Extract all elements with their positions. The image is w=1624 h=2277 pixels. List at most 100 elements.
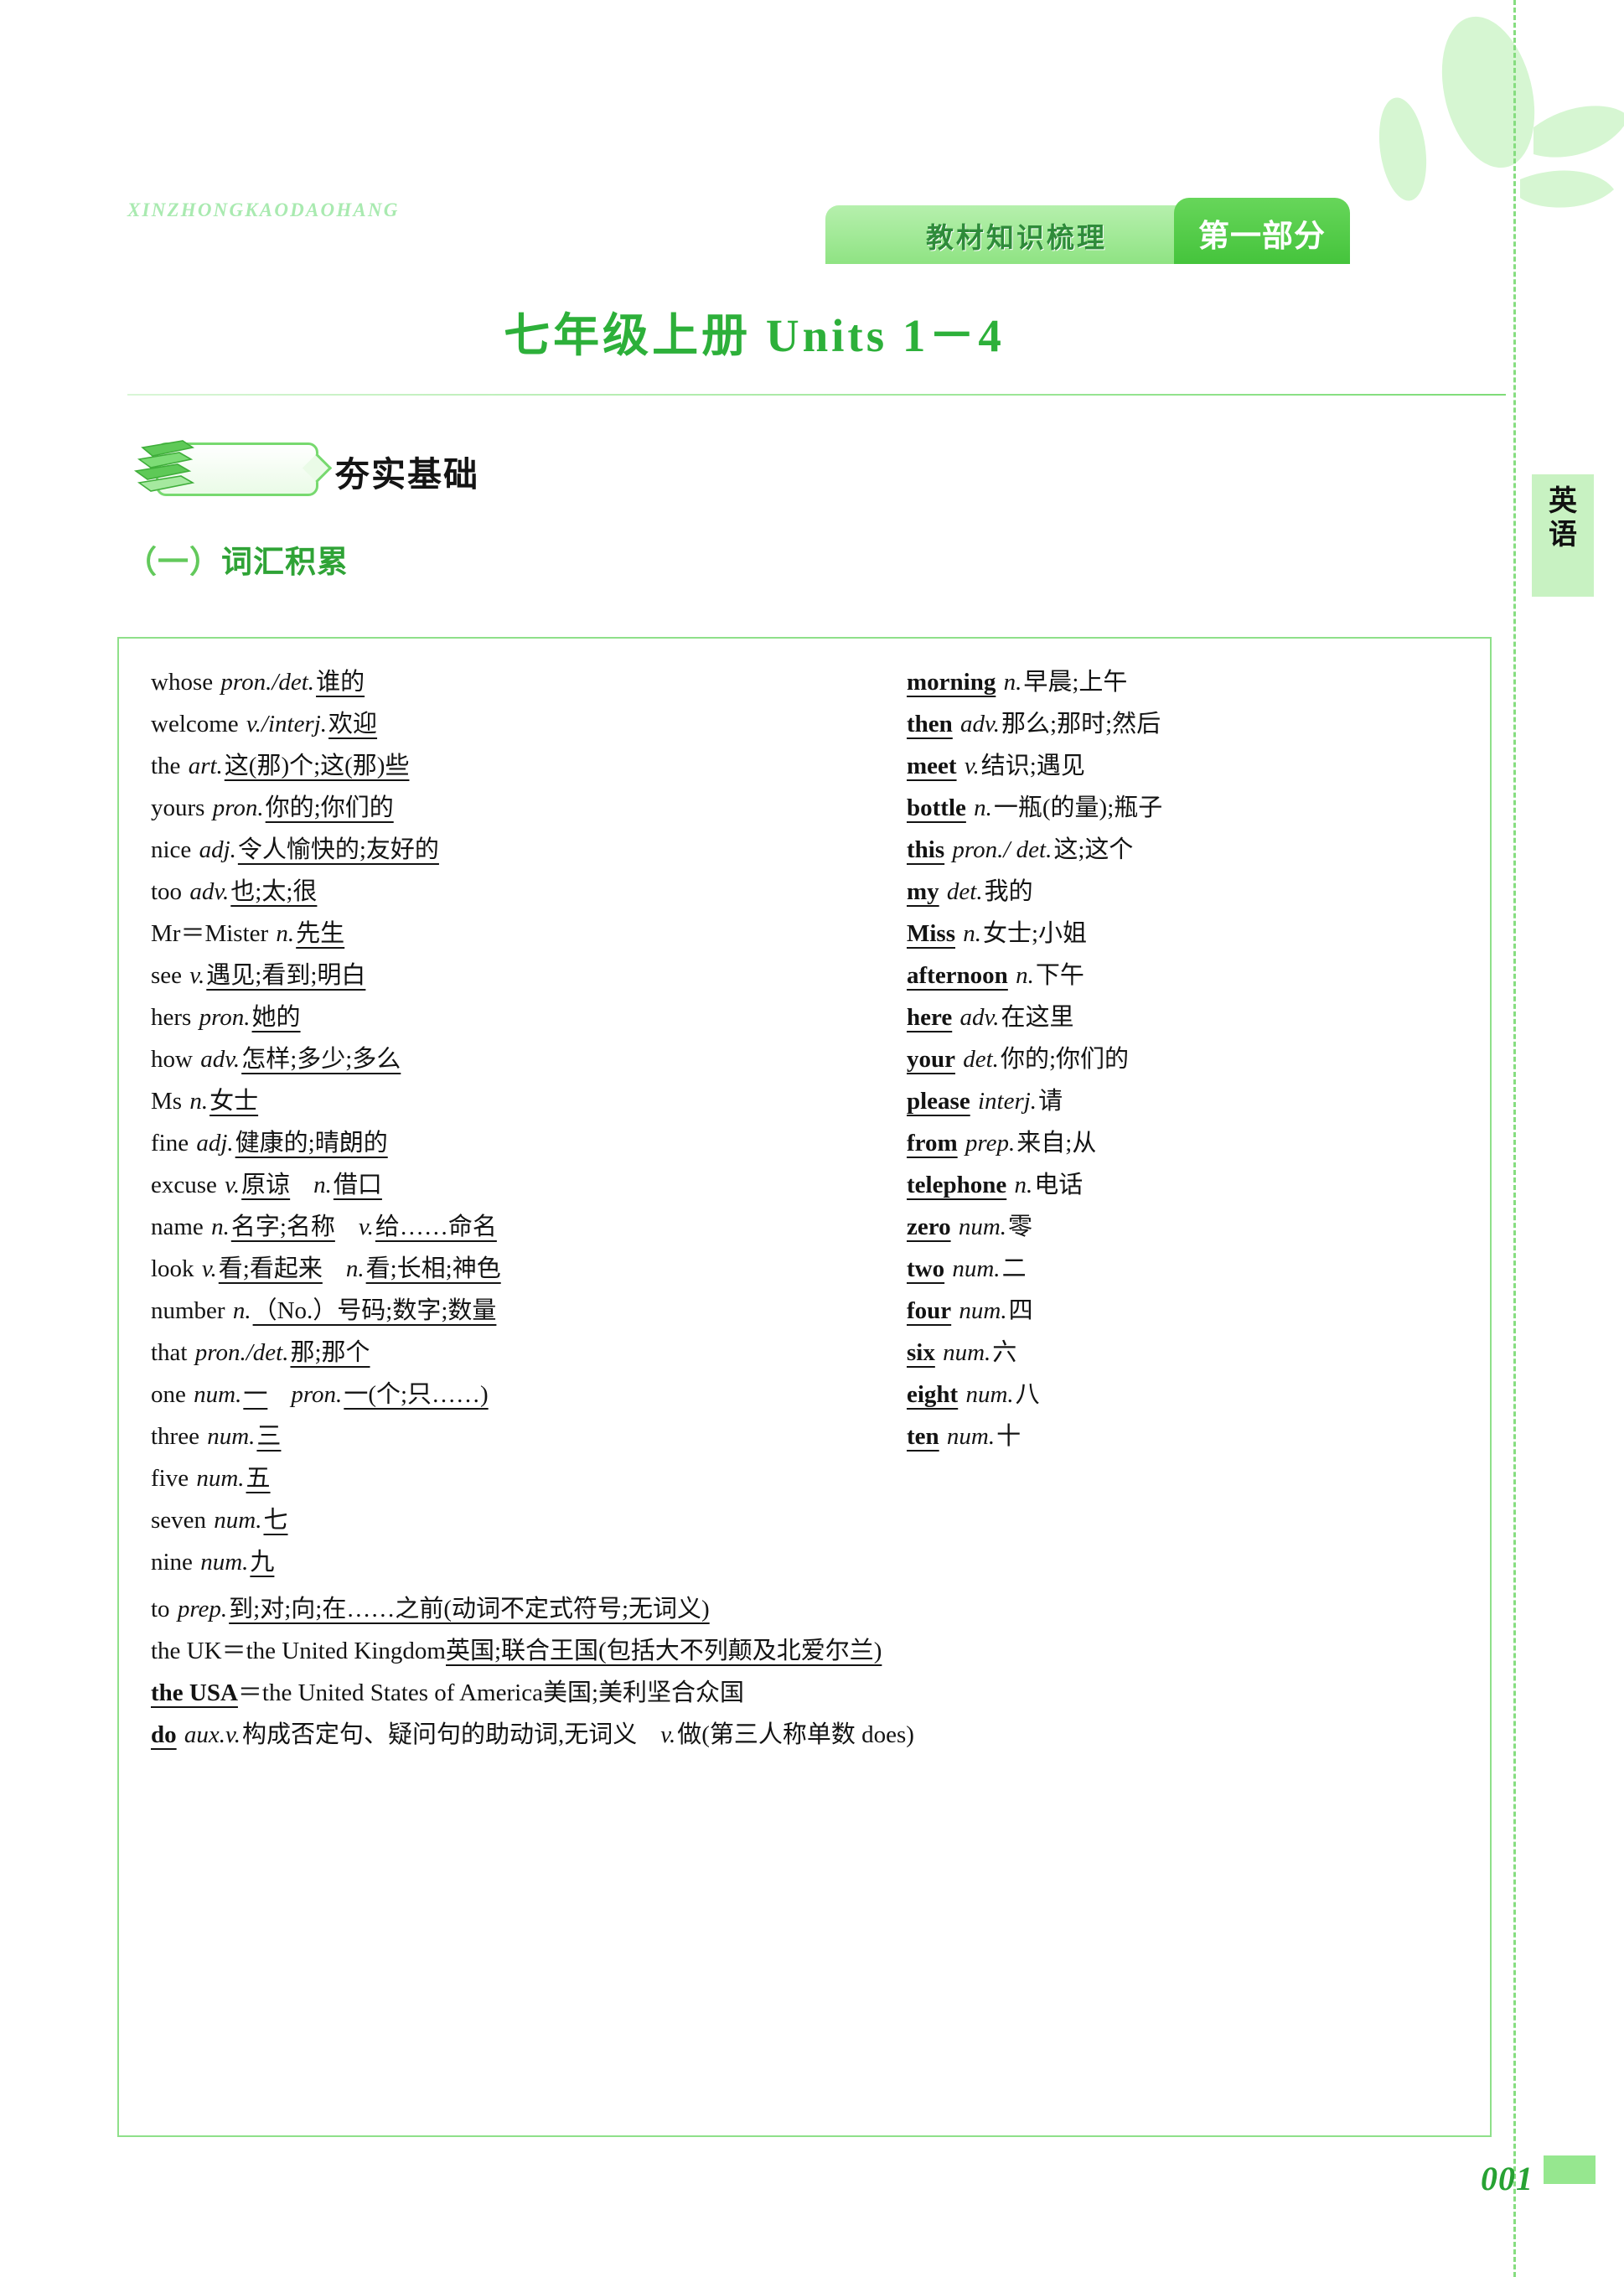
vocabulary-part-of-speech: num. <box>187 1381 242 1408</box>
vocabulary-part-of-speech: v./interj. <box>240 711 328 737</box>
vocabulary-meaning: 先生 <box>296 920 345 947</box>
vocabulary-word: telephone <box>907 1172 1007 1198</box>
vocabulary-right-column: morning n.早晨;上午 then adv.那么;那时;然后 meet v.结… <box>907 670 1460 1467</box>
vocabulary-entry: five num.五 <box>151 1467 888 1491</box>
vocabulary-part-of-speech: num. <box>959 1381 1014 1408</box>
subsection-heading: （一）词汇积累 <box>126 536 349 582</box>
vocabulary-meaning: 看;长相;神色 <box>365 1255 501 1282</box>
vocabulary-entry: this pron./ det.这;这个 <box>907 838 1460 862</box>
section-heading-label: 夯实基础 <box>335 455 479 494</box>
page-edge-dashed-line <box>1513 0 1516 2277</box>
vocabulary-part-of-speech: det. <box>940 878 983 905</box>
vocabulary-meaning: 在这里 <box>1001 1004 1074 1031</box>
vocabulary-part-of-speech: adv. <box>954 1004 1000 1031</box>
vocabulary-entry: number n.（No.）号码;数字;数量 <box>151 1299 888 1323</box>
vocabulary-entry: how adv.怎样;多少;多么 <box>151 1048 888 1072</box>
vocabulary-part-of-speech: n. <box>226 1297 251 1324</box>
vocabulary-word: two <box>907 1255 945 1282</box>
vocabulary-part-of-speech: adv. <box>954 711 1001 737</box>
vocabulary-meaning: 英国;联合王国(包括大不列颠及北爱尔兰) <box>446 1638 882 1664</box>
vocabulary-entry: do aux.v.构成否定句、疑问句的助动词,无词义 v.做(第三人称单数 doe… <box>151 1723 1458 1747</box>
vocabulary-part-of-speech: n. <box>1009 962 1034 989</box>
vocabulary-word: here <box>907 1004 953 1031</box>
vocabulary-meaning: 名字;名称 <box>230 1214 335 1240</box>
vocabulary-entry: telephone n.电话 <box>907 1173 1460 1198</box>
vocabulary-word: please <box>907 1088 970 1115</box>
vocabulary-entry: the UK＝the United Kingdom英国;联合王国(包括大不列颠及… <box>151 1639 1458 1664</box>
vocabulary-meaning: 健康的;晴朗的 <box>235 1130 388 1157</box>
vocabulary-meaning: 五 <box>246 1465 271 1492</box>
vocabulary-entry: two num.二 <box>907 1257 1460 1281</box>
vocabulary-part-of-speech: num. <box>953 1297 1007 1324</box>
vocabulary-entry: that pron./det.那;那个 <box>151 1341 888 1365</box>
vocabulary-entry: four num.四 <box>907 1299 1460 1323</box>
vocabulary-entry: six num.六 <box>907 1341 1460 1365</box>
vocabulary-word: do <box>151 1721 177 1748</box>
vocabulary-part-of-speech: num. <box>946 1255 1001 1282</box>
vocabulary-meaning: 四 <box>1008 1297 1033 1324</box>
edge-tab-char: 英 <box>1549 485 1577 517</box>
vocabulary-word: your <box>907 1046 955 1073</box>
vocabulary-entry: Miss n.女士;小姐 <box>907 922 1460 946</box>
vocabulary-part-of-speech: v. <box>218 1172 240 1198</box>
vocabulary-word: fine <box>151 1130 189 1157</box>
vocabulary-meaning: 怎样;多少;多么 <box>241 1046 401 1073</box>
vocabulary-entry: then adv.那么;那时;然后 <box>907 712 1460 737</box>
vocabulary-part-of-speech: det. <box>957 1046 999 1073</box>
vocabulary-meaning: 遇见;看到;明白 <box>206 962 366 989</box>
vocabulary-part-of-speech: pron. <box>193 1004 251 1031</box>
vocabulary-word: how <box>151 1046 193 1073</box>
vocabulary-meaning: 电话 <box>1034 1172 1084 1198</box>
vocabulary-entry: see v.遇见;看到;明白 <box>151 964 888 988</box>
vocabulary-columns: whose pron./det.谁的 welcome v./interj.欢迎 th… <box>119 639 1490 2135</box>
vocabulary-part-of-speech: v. <box>358 1214 374 1240</box>
vocabulary-word: excuse <box>151 1172 217 1198</box>
vocabulary-meaning: 给……命名 <box>375 1214 497 1240</box>
vocabulary-word: afternoon <box>907 962 1008 989</box>
vocabulary-entry: nine num.九 <box>151 1550 888 1575</box>
corner-leaf-decoration <box>1378 16 1624 208</box>
vocabulary-part-of-speech: pron. <box>206 794 264 821</box>
vocabulary-part-of-speech: adj. <box>190 1130 234 1157</box>
vocabulary-word: Miss <box>907 920 955 947</box>
vocabulary-word: look <box>151 1255 194 1282</box>
vocabulary-word: name <box>151 1214 204 1240</box>
vocabulary-entry: look v.看;看起来 n.看;长相;神色 <box>151 1257 888 1281</box>
running-head: XINZHONGKAODAOHANG <box>127 199 400 220</box>
vocabulary-part-of-speech: num. <box>200 1423 256 1450</box>
vocabulary-entry: too adv.也;太;很 <box>151 880 888 904</box>
vocabulary-meaning: 原谅 <box>241 1172 291 1198</box>
vocabulary-part-of-speech: num. <box>940 1423 996 1450</box>
vocabulary-word: welcome <box>151 711 239 737</box>
vocabulary-word: six <box>907 1339 935 1366</box>
vocabulary-word: morning <box>907 669 996 696</box>
vocabulary-meaning: 看;看起来 <box>218 1255 323 1282</box>
stacked-books-icon <box>133 440 195 492</box>
vocabulary-meaning: 结识;遇见 <box>980 753 1085 779</box>
vocabulary-part-of-speech: n. <box>957 920 981 947</box>
vocabulary-word: nine <box>151 1549 193 1576</box>
vocabulary-meaning: 一 <box>243 1381 268 1408</box>
vocabulary-entry: meet v.结识;遇见 <box>907 754 1460 779</box>
vocabulary-entry: one num.一 pron.一(个;只……) <box>151 1383 888 1407</box>
vocabulary-word: four <box>907 1297 952 1324</box>
vocabulary-entry: to prep.到;对;向;在……之前(动词不定式符号;无词义) <box>151 1597 1458 1622</box>
vocabulary-part-of-speech: num. <box>208 1507 262 1534</box>
vocabulary-part-of-speech: art. <box>182 753 223 779</box>
vocabulary-meaning: 这(那)个;这(那)些 <box>224 753 410 779</box>
vocabulary-part-of-speech: v. <box>195 1255 217 1282</box>
vocabulary-entry: here adv.在这里 <box>907 1006 1460 1030</box>
vocabulary-meaning: 六 <box>992 1339 1017 1366</box>
vocabulary-part-of-speech: n. <box>204 1214 230 1240</box>
vocabulary-meaning: 做(第三人称单数 does) <box>677 1721 914 1748</box>
vocabulary-part-of-speech: num. <box>936 1339 991 1366</box>
vocabulary-word: ten <box>907 1423 939 1450</box>
vocabulary-part-of-speech: pron. <box>291 1381 343 1408</box>
vocabulary-part-of-speech: adv. <box>194 1046 240 1073</box>
vocabulary-word: from <box>907 1130 958 1157</box>
page-number: 001 <box>1481 2160 1533 2197</box>
vocabulary-left-column: whose pron./det.谁的 welcome v./interj.欢迎 th… <box>151 670 888 1592</box>
vocabulary-entry: seven num.七 <box>151 1509 888 1533</box>
vocabulary-word: Ms <box>151 1088 183 1115</box>
page-title: 七年级上册 Units 1－4 <box>504 310 1005 361</box>
